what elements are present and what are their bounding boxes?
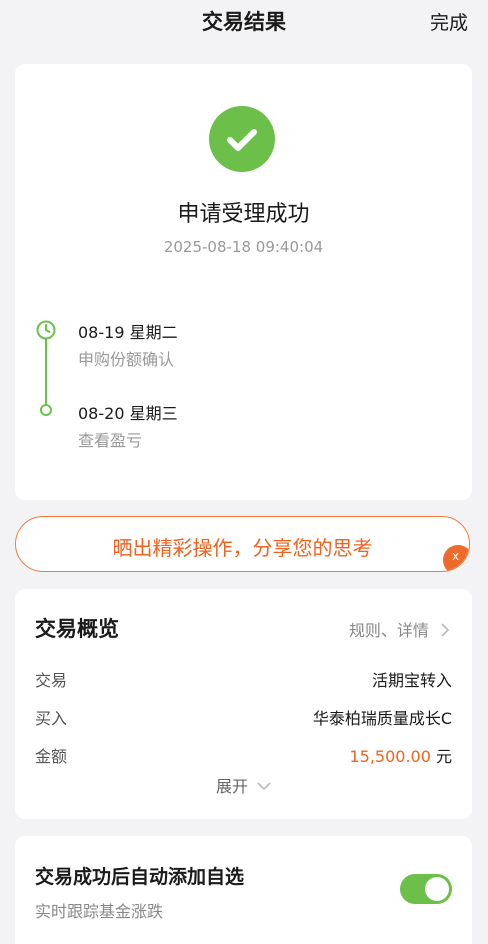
- row-value: 活期宝转入: [371, 671, 452, 690]
- amount-value: 15,500.00: [349, 747, 431, 766]
- clock-icon: [36, 320, 56, 340]
- timeline-line: [45, 338, 47, 406]
- done-button[interactable]: 完成: [430, 8, 468, 35]
- share-banner[interactable]: 晒出精彩操作，分享您的思考 x: [15, 516, 470, 572]
- timeline-date: 08-20 星期三: [78, 404, 178, 423]
- overview-title: 交易概览: [35, 617, 119, 641]
- expand-button[interactable]: 展开: [15, 773, 472, 797]
- rules-details-link[interactable]: 规则、详情: [349, 617, 450, 641]
- expand-label: 展开: [215, 777, 248, 796]
- overview-row-trade: 交易 活期宝转入: [35, 667, 452, 691]
- rules-details-label: 规则、详情: [348, 621, 429, 640]
- nav-header: 交易结果 完成: [0, 0, 488, 44]
- auto-add-title: 交易成功后自动添加自选: [35, 866, 245, 888]
- auto-add-toggle[interactable]: [400, 874, 452, 904]
- overview-row-amount: 金额 15,500.00 元: [35, 743, 452, 767]
- chevron-down-icon: [257, 782, 271, 791]
- auto-add-watchlist-card: 交易成功后自动添加自选 实时跟踪基金涨跌: [15, 836, 472, 944]
- close-icon[interactable]: x: [443, 545, 469, 571]
- timeline-desc: 申购份额确认: [78, 350, 175, 369]
- timeline-desc: 查看盈亏: [78, 431, 143, 450]
- page-title: 交易结果: [202, 10, 286, 34]
- timeline-date: 08-19 星期二: [78, 323, 178, 342]
- row-key: 交易: [35, 671, 68, 690]
- chevron-right-icon: [441, 623, 450, 637]
- trade-overview-card: 交易概览 规则、详情 交易 活期宝转入 买入 华泰柏瑞质量成长C 金额 15,5…: [15, 589, 472, 819]
- timeline-dot-icon: [40, 404, 52, 416]
- row-value: 15,500.00 元: [349, 743, 452, 767]
- auto-add-subtitle: 实时跟踪基金涨跌: [35, 902, 164, 921]
- row-value: 华泰柏瑞质量成长C: [312, 709, 452, 728]
- row-key: 买入: [35, 709, 68, 728]
- close-label: x: [452, 549, 460, 563]
- success-check-icon: [209, 106, 275, 172]
- share-banner-label: 晒出精彩操作，分享您的思考: [112, 536, 373, 560]
- amount-unit: 元: [435, 747, 452, 766]
- result-title: 申请受理成功: [177, 202, 310, 227]
- toggle-knob: [425, 877, 449, 901]
- overview-row-buy: 买入 华泰柏瑞质量成长C: [35, 705, 452, 729]
- result-card: 申请受理成功 2025-08-18 09:40:04 08-19 星期二 申购份…: [15, 64, 472, 500]
- result-timestamp: 2025-08-18 09:40:04: [163, 238, 324, 256]
- row-key: 金额: [35, 747, 68, 766]
